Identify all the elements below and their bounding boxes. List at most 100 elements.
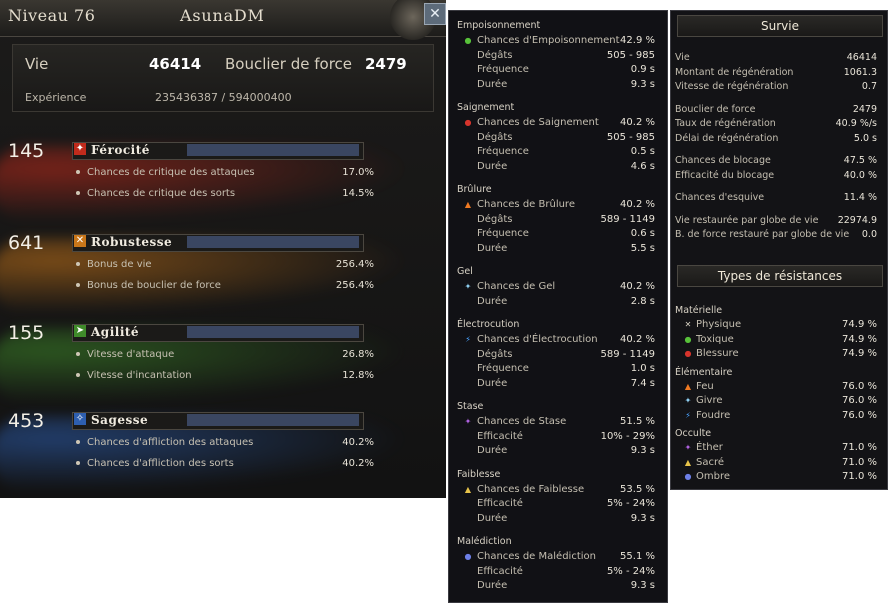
affliction-heading: Électrocution xyxy=(457,319,520,330)
survival-stat-label: Chances de blocage xyxy=(675,155,771,166)
character-level: Niveau 76 xyxy=(8,6,96,25)
affliction-stat-value: 505 - 985 xyxy=(606,49,655,61)
affliction-stat-value: 42.9 % xyxy=(620,35,655,46)
affliction-stat-value: 5.5 s xyxy=(630,242,655,254)
stat-line-label: Vitesse d'incantation xyxy=(87,370,192,381)
survival-stat-label: Vitesse de régénération xyxy=(675,81,789,92)
stat-line-item: Bonus de bouclier de force xyxy=(76,280,221,291)
affliction-stat-value: 589 - 1149 xyxy=(600,213,655,225)
survival-title: Survie xyxy=(677,15,883,37)
resistance-value: 74.9 % xyxy=(842,319,877,330)
affliction-stat-label: Durée xyxy=(477,512,508,524)
resistance-row: ● Blessure 74.9 % xyxy=(683,348,883,359)
survival-stat-row: B. de force restauré par globe de vie 0.0 xyxy=(675,229,883,240)
affliction-stat-row: ✦ Chances de Gel 40.2 % xyxy=(463,281,663,292)
stat-line-label: Chances de critique des attaques xyxy=(87,167,255,178)
affliction-stat-label: Efficacité xyxy=(477,565,523,577)
frost-icon: ✦ xyxy=(684,396,692,405)
resistance-label: Givre xyxy=(696,395,723,406)
affliction-stat-row: ✦ Chances de Stase 51.5 % xyxy=(463,416,663,427)
weakness-icon: ▲ xyxy=(464,484,472,494)
stat-line-item: Vitesse d'incantation xyxy=(76,370,192,381)
affliction-stat-value: 5% - 24% xyxy=(606,498,655,509)
affliction-stat-label: Efficacité xyxy=(477,498,523,509)
stat-block-robustesse: 641 ✕ Robustesse Bonus de vie 256.4% Bonus de… xyxy=(0,232,446,318)
character-sheet-panel: Niveau 76 AsunaDM ✕ Vie 46414 Bouclier d… xyxy=(0,0,446,498)
affliction-stat-value: 40.2 % xyxy=(620,199,655,210)
resistance-label: Toxique xyxy=(696,333,734,345)
survival-stat-row: Bouclier de force 2479 xyxy=(675,104,883,115)
ether-icon: ✦ xyxy=(684,443,692,452)
stat-line-label: Chances de critique des sorts xyxy=(87,188,236,199)
affliction-heading: Gel xyxy=(457,266,473,277)
survival-stat-row: Chances de blocage 47.5 % xyxy=(675,155,883,166)
stasis-icon: ✦ xyxy=(464,417,472,426)
resistance-label: Ombre xyxy=(696,471,731,482)
affliction-stat-value: 40.2 % xyxy=(620,117,655,128)
affliction-stat-row: ▲ Chances de Brûlure 40.2 % xyxy=(463,199,663,210)
vitals-box: Vie 46414 Bouclier de force 2479 Expérie… xyxy=(12,44,434,112)
stat-block-férocité: 145 ✦ Férocité Chances de critique des atta… xyxy=(0,140,446,226)
affliction-stat-label: Durée xyxy=(477,295,508,307)
resistance-value: 76.0 % xyxy=(842,395,877,406)
resistance-row: ✕ Physique 74.9 % xyxy=(683,319,883,330)
survival-stat-row: Délai de régénération 5.0 s xyxy=(675,133,883,144)
stat-line-value: 256.4% xyxy=(335,259,374,270)
stat-title: Agilité xyxy=(91,325,140,339)
bullet-icon xyxy=(76,461,80,465)
stat-line-label: Bonus de vie xyxy=(87,259,152,270)
resistance-label: Foudre xyxy=(696,409,731,421)
stat-title: Férocité xyxy=(91,143,150,157)
bullet-icon xyxy=(76,170,80,174)
affliction-stat-label: Fréquence xyxy=(477,228,529,239)
affliction-stat-label: Durée xyxy=(477,580,508,591)
survival-stat-row: Montant de régénération 1061.3 xyxy=(675,67,883,78)
survival-stat-value: 0.7 xyxy=(861,81,877,92)
life-value: 46414 xyxy=(149,55,202,73)
resistance-value: 74.9 % xyxy=(842,348,877,359)
resistance-label: Physique xyxy=(696,319,742,330)
affliction-stat-value: 1.0 s xyxy=(630,363,655,374)
affliction-stat-label: Fréquence xyxy=(477,64,529,75)
affliction-stat-label: Durée xyxy=(477,377,508,389)
survival-panel: Survie Vie 46414 Montant de régénération 10… xyxy=(670,10,888,490)
close-button[interactable]: ✕ xyxy=(424,3,446,25)
resistance-group-heading: Occulte xyxy=(675,428,712,439)
stat-line-value: 256.4% xyxy=(335,280,374,291)
stat-value: 155 xyxy=(8,322,45,344)
affliction-stat-row: ● Chances de Malédiction 55.1 % xyxy=(463,551,663,562)
survival-stat-label: Chances d'esquive xyxy=(675,192,765,203)
survival-stat-label: Vie restaurée par globe de vie xyxy=(675,214,819,226)
affliction-stat-row: ● Chances d'Empoisonnement 42.9 % xyxy=(463,35,663,46)
robustness-icon: ✕ xyxy=(74,235,86,247)
affliction-stat-label: Durée xyxy=(477,160,508,172)
shield-value: 2479 xyxy=(365,55,407,73)
resistance-row: ✦ Éther 71.0 % xyxy=(683,442,883,453)
affliction-heading: Brûlure xyxy=(457,184,492,195)
stat-line-label: Chances d'affliction des sorts xyxy=(87,458,234,469)
ferocity-icon: ✦ xyxy=(74,143,86,155)
stat-title: Robustesse xyxy=(91,235,173,249)
survival-stat-value: 5.0 s xyxy=(853,132,877,144)
affliction-stat-value: 9.3 s xyxy=(630,580,655,591)
stat-line-value: 26.8% xyxy=(342,349,374,360)
survival-stat-value: 47.5 % xyxy=(843,155,877,166)
stat-line-item: Chances de critique des attaques xyxy=(76,167,255,178)
affliction-stat-label: Durée xyxy=(477,242,508,254)
bullet-icon xyxy=(76,262,80,266)
affliction-stat-value: 0.6 s xyxy=(630,228,655,239)
stat-bar-fill xyxy=(187,144,359,156)
resistance-group-heading: Élémentaire xyxy=(675,366,733,378)
affliction-stat-value: 7.4 s xyxy=(630,377,655,389)
affliction-heading: Stase xyxy=(457,401,484,412)
survival-stat-row: Efficacité du blocage 40.0 % xyxy=(675,170,883,181)
bullet-icon xyxy=(76,191,80,195)
resistance-row: ▲ Feu 76.0 % xyxy=(683,381,883,392)
affliction-stat-value: 55.1 % xyxy=(620,551,655,562)
affliction-stat-label: Dégâts xyxy=(477,49,513,61)
shield-label: Bouclier de force xyxy=(225,55,353,73)
survival-stat-label: Délai de régénération xyxy=(675,132,779,144)
stat-value: 453 xyxy=(8,410,45,432)
affliction-stat-label: Chances de Brûlure xyxy=(477,199,575,210)
affliction-stat-value: 40.2 % xyxy=(620,281,655,292)
